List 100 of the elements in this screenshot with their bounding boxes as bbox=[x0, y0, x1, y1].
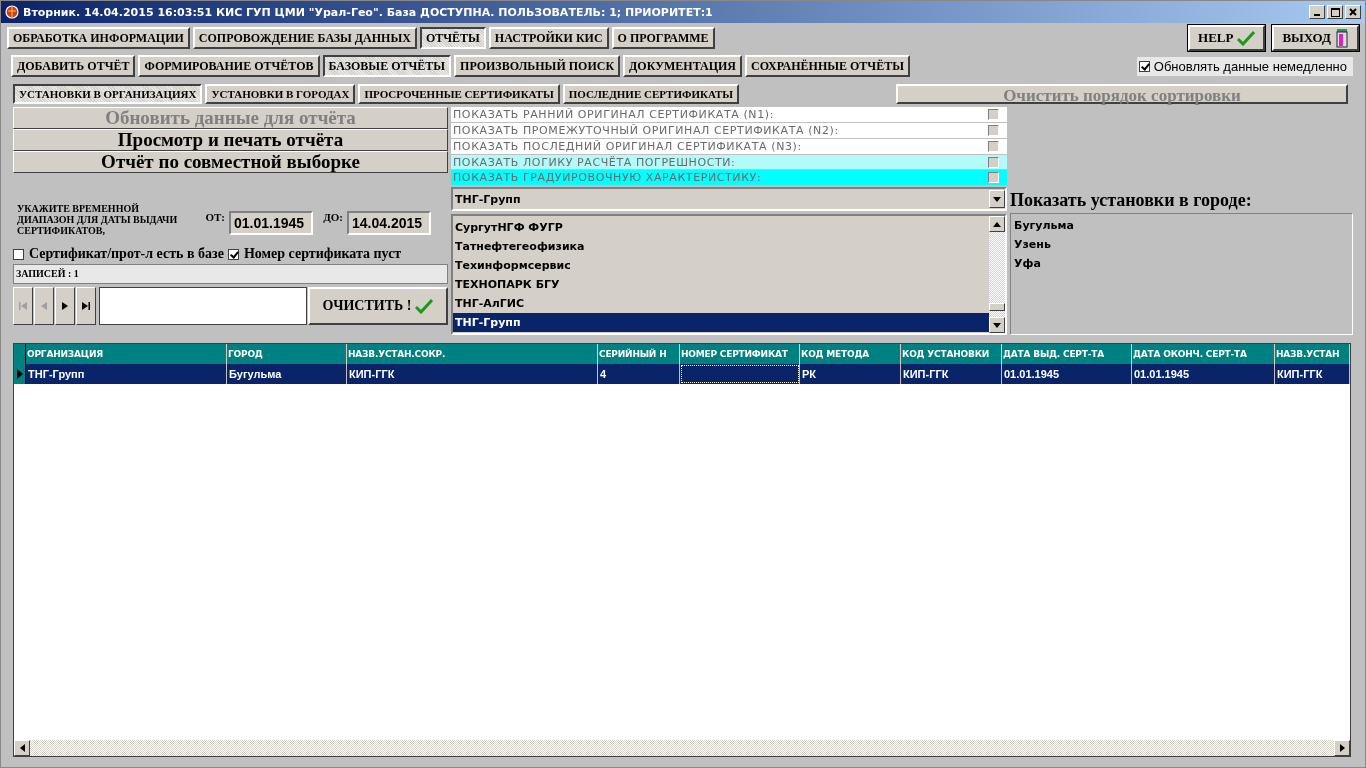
option-label: ПОКАЗАТЬ ГРАДУИРОВОЧНУЮ ХАРАКТЕРИСТИКУ: bbox=[453, 171, 763, 185]
door-icon bbox=[1335, 28, 1349, 48]
table-cell: 4 bbox=[598, 364, 680, 384]
table-cell: КИП-ГГК bbox=[347, 364, 598, 384]
close-button[interactable] bbox=[1345, 5, 1361, 19]
table-cell: КИП-ГГК bbox=[1275, 364, 1350, 384]
organization-item[interactable]: ТНГ-Групп bbox=[453, 313, 989, 333]
option-label: ПОКАЗАТЬ ПРОМЕЖУТОЧНЫЙ ОРИГИНАЛ СЕРТИФИКАТА (N2): bbox=[453, 123, 840, 137]
table-cell: 01.01.1945 bbox=[1132, 364, 1275, 384]
action-button[interactable]: Отчёт по совместной выборке bbox=[13, 151, 448, 173]
scroll-thumb[interactable] bbox=[989, 303, 1005, 311]
option-checkbox[interactable] bbox=[988, 124, 999, 136]
report-tab[interactable]: СОХРАНЁННЫЕ ОТЧЁТЫ bbox=[745, 55, 910, 77]
column-header[interactable]: НАЗВ.УСТАН.СОКР. bbox=[347, 344, 598, 364]
filter-checkbox[interactable] bbox=[227, 248, 239, 260]
row-pointer-icon bbox=[16, 369, 23, 379]
report-tab[interactable]: ДОБАВИТЬ ОТЧЁТ bbox=[11, 55, 136, 77]
option-row[interactable]: ПОКАЗАТЬ ЛОГИКУ РАСЧЁТА ПОГРЕШНОСТИ: bbox=[451, 154, 1007, 170]
option-checkbox[interactable] bbox=[988, 108, 999, 120]
column-header[interactable]: НАЗВ.УСТАН bbox=[1275, 344, 1350, 364]
navigator-button[interactable] bbox=[76, 287, 96, 325]
option-label: ПОКАЗАТЬ РАННИЙ ОРИГИНАЛ СЕРТИФИКАТА (N1): bbox=[453, 107, 775, 121]
records-count: ЗАПИСЕЙ : 1 bbox=[13, 264, 448, 284]
organization-item[interactable]: Татнефтегеофизика bbox=[453, 237, 989, 257]
auto-refresh-checkbox[interactable] bbox=[1138, 60, 1150, 72]
date-range-label: УКАЖИТЕ ВРЕМЕННОЙ ДИАПАЗОН ДЛЯ ДАТЫ ВЫДАЧИ СЕРТИФИКАТОВ, bbox=[17, 203, 179, 236]
organization-dropdown[interactable]: ТНГ-Групп bbox=[451, 187, 1007, 212]
table-cell: РК bbox=[800, 364, 901, 384]
menu-tab[interactable]: ОБРАБОТКА ИНФОРМАЦИИ bbox=[7, 27, 190, 49]
minimize-button[interactable] bbox=[1309, 5, 1325, 19]
filter-checkbox[interactable] bbox=[13, 248, 24, 260]
menu-tab[interactable]: О ПРОГРАММЕ bbox=[611, 27, 715, 49]
city-item[interactable]: Узень bbox=[1011, 235, 1352, 254]
to-date-field[interactable]: 14.04.2015 bbox=[347, 210, 431, 235]
menu-tab[interactable]: СОПРОВОЖДЕНИЕ БАЗЫ ДАННЫХ bbox=[192, 27, 417, 49]
scroll-down-icon bbox=[993, 322, 1001, 328]
grid-corner bbox=[14, 344, 26, 364]
navigator-button[interactable] bbox=[55, 287, 75, 325]
report-tab[interactable]: ДОКУМЕНТАЦИЯ bbox=[623, 55, 743, 77]
option-label: ПОКАЗАТЬ ПОСЛЕДНИЙ ОРИГИНАЛ СЕРТИФИКАТА (N3): bbox=[453, 139, 803, 153]
column-header[interactable]: ОРГАНИЗАЦИЯ bbox=[26, 344, 227, 364]
report-tab[interactable]: ФОРМИРОВАНИЕ ОТЧЁТОВ bbox=[138, 55, 320, 77]
column-header[interactable]: КОД МЕТОДА bbox=[800, 344, 901, 364]
scroll-left-icon bbox=[19, 744, 25, 752]
last-record-icon bbox=[81, 301, 91, 311]
column-header[interactable]: СЕРИЙНЫЙ Н bbox=[598, 344, 680, 364]
next-icon bbox=[60, 301, 70, 311]
table-cell: КИП-ГГК bbox=[901, 364, 1002, 384]
from-label: ОТ: bbox=[204, 211, 225, 223]
column-header[interactable]: НОМЕР СЕРТИФИКАТ bbox=[680, 344, 800, 364]
vertical-scrollbar[interactable] bbox=[989, 216, 1005, 333]
option-checkbox[interactable] bbox=[988, 156, 999, 168]
table-cell: 01.01.1945 bbox=[1002, 364, 1132, 384]
column-header[interactable]: ГОРОД bbox=[227, 344, 347, 364]
report-tab[interactable]: БАЗОВЫЕ ОТЧЁТЫ bbox=[322, 55, 452, 77]
option-row[interactable]: ПОКАЗАТЬ ПРОМЕЖУТОЧНЫЙ ОРИГИНАЛ СЕРТИФИКАТА (N2): bbox=[451, 122, 1007, 138]
previous-icon bbox=[39, 301, 49, 311]
filter-label: Номер сертификата пуст bbox=[243, 246, 402, 262]
maximize-button[interactable] bbox=[1327, 5, 1343, 19]
auto-refresh-label: Обновлять данные немедленно bbox=[1153, 58, 1347, 74]
option-row[interactable]: ПОКАЗАТЬ РАННИЙ ОРИГИНАЛ СЕРТИФИКАТА (N1): bbox=[451, 107, 1007, 122]
organization-item[interactable]: СургутНГФ ФУГР bbox=[453, 218, 989, 238]
table-row[interactable]: ТНГ-Групп Бугульма КИП-ГГК 4 РК КИП-ГГК 01.01.1945 01.01.1945 КИП-ГГК bbox=[14, 364, 1350, 384]
table-cell: ТНГ-Групп bbox=[26, 364, 227, 384]
horizontal-scrollbar[interactable] bbox=[14, 740, 1350, 756]
menu-tab[interactable]: НАСТРОЙКИ КИС bbox=[488, 27, 609, 49]
column-header[interactable]: КОД УСТАНОВКИ bbox=[901, 344, 1002, 364]
column-header[interactable]: ДАТА ОКОНЧ. СЕРТ-ТА bbox=[1132, 344, 1275, 364]
from-date-field[interactable]: 01.01.1945 bbox=[229, 210, 313, 235]
option-row[interactable]: ПОКАЗАТЬ ГРАДУИРОВОЧНУЮ ХАРАКТЕРИСТИКУ: bbox=[451, 170, 1007, 186]
search-field[interactable] bbox=[99, 287, 307, 325]
maximize-icon bbox=[1330, 7, 1340, 17]
table-cell: Бугульма bbox=[227, 364, 347, 384]
clear-button[interactable]: ОЧИСТИТЬ ! bbox=[308, 287, 448, 325]
dropdown-arrow-icon bbox=[993, 196, 1001, 202]
report-tab[interactable]: ПРОИЗВОЛЬНЫЙ ПОИСК bbox=[454, 55, 621, 77]
option-checkbox[interactable] bbox=[988, 172, 999, 184]
help-button[interactable]: HELP bbox=[1188, 25, 1266, 51]
option-row[interactable]: ПОКАЗАТЬ ПОСЛЕДНИЙ ОРИГИНАЛ СЕРТИФИКАТА (N3): bbox=[451, 138, 1007, 154]
window-title: Вторник. 14.04.2015 16:03:51 КИС ГУП ЦМИ "Урал-Гео". База ДОСТУПНА. ПОЛЬЗОВАТЕЛЬ: 1; ПРИОРИТЕТ:1 bbox=[23, 5, 713, 19]
globe-icon bbox=[5, 5, 19, 19]
column-header[interactable]: ДАТА ВЫД. СЕРТ-ТА bbox=[1002, 344, 1132, 364]
action-button[interactable]: Просмотр и печать отчёта bbox=[13, 129, 448, 151]
option-checkbox[interactable] bbox=[988, 140, 999, 152]
organization-item[interactable]: ТЕХНОПАРК БГУ bbox=[453, 275, 989, 295]
organization-item[interactable]: ТНГ-АлГИС bbox=[453, 294, 989, 314]
organization-item[interactable]: Техинформсервис bbox=[453, 256, 989, 276]
exit-button[interactable]: ВЫХОД bbox=[1272, 25, 1359, 51]
menu-tab[interactable]: ОТЧЁТЫ bbox=[419, 27, 486, 49]
city-item[interactable]: Уфа bbox=[1011, 254, 1352, 273]
report-type-tab[interactable]: УСТАНОВКИ В ГОРОДАХ bbox=[205, 84, 356, 104]
filter-label: Сертификат/прот-л есть в базе bbox=[29, 246, 224, 262]
city-list-label: Показать установки в городе: bbox=[1010, 190, 1253, 211]
report-type-tab[interactable]: ПРОСРОЧЕННЫЕ СЕРТИФИКАТЫ bbox=[358, 84, 560, 104]
scroll-up-icon bbox=[993, 221, 1001, 227]
report-type-tab[interactable]: УСТАНОВКИ В ОРГАНИЗАЦИЯХ bbox=[13, 84, 203, 104]
report-type-tab[interactable]: ПОСЛЕДНИЕ СЕРТИФИКАТЫ bbox=[562, 84, 740, 104]
city-item[interactable]: Бугульма bbox=[1011, 216, 1352, 235]
checkmark-icon bbox=[415, 298, 434, 314]
first-record-icon bbox=[18, 301, 28, 311]
